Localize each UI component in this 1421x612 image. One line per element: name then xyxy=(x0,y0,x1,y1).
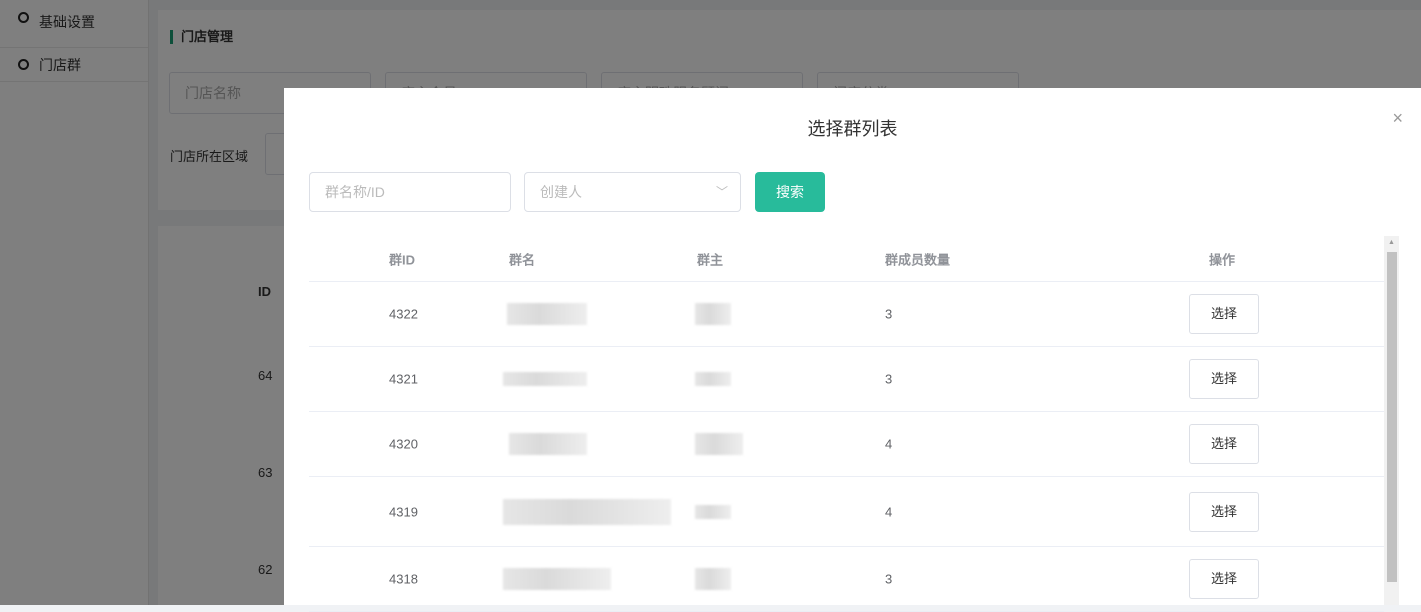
select-button[interactable]: 选择 xyxy=(1189,294,1259,334)
group-name-redacted xyxy=(509,433,587,455)
scrollbar-thumb[interactable] xyxy=(1387,252,1397,582)
member-count: 3 xyxy=(885,371,893,387)
owner-redacted xyxy=(695,504,731,519)
owner-redacted xyxy=(695,303,731,325)
search-button[interactable]: 搜索 xyxy=(755,172,825,212)
scroll-up-icon[interactable]: ▲ xyxy=(1388,239,1395,246)
table-scrollbar[interactable]: ▲ xyxy=(1384,236,1399,605)
group-id: 4322 xyxy=(389,306,418,322)
group-name-id-input[interactable]: 群名称/ID xyxy=(309,172,511,212)
member-count: 3 xyxy=(885,306,893,322)
col-member-count: 群成员数量 xyxy=(885,252,951,267)
group-table: 群ID 群名 群主 群成员数量 操作 4322 3 选择 4321 3 选择 4… xyxy=(309,236,1384,612)
group-id: 4318 xyxy=(389,571,418,587)
col-group-name: 群名 xyxy=(509,252,536,267)
group-name-redacted xyxy=(503,568,611,590)
select-button[interactable]: 选择 xyxy=(1189,359,1259,399)
owner-redacted xyxy=(695,568,731,590)
table-row: 4321 3 选择 xyxy=(309,347,1384,412)
table-row: 4322 3 选择 xyxy=(309,282,1384,347)
creator-placeholder: 创建人 xyxy=(540,184,582,200)
dialog-title: 选择群列表 xyxy=(807,119,898,139)
group-name-redacted xyxy=(503,498,671,525)
group-id: 4321 xyxy=(389,371,418,387)
member-count: 4 xyxy=(885,504,893,519)
group-id: 4319 xyxy=(389,504,418,519)
table-row: 4319 4 选择 xyxy=(309,477,1384,547)
table-row: 4318 3 选择 xyxy=(309,547,1384,612)
table-row: 4320 4 选择 xyxy=(309,412,1384,477)
col-action: 操作 xyxy=(1209,252,1236,267)
select-button[interactable]: 选择 xyxy=(1189,491,1259,532)
group-id: 4320 xyxy=(389,436,418,452)
creator-select[interactable]: 创建人 ﹀ xyxy=(524,172,741,212)
select-button[interactable]: 选择 xyxy=(1189,424,1259,464)
member-count: 3 xyxy=(885,571,893,587)
group-name-redacted xyxy=(503,372,587,386)
select-group-dialog: 选择群列表 × 群名称/ID 创建人 ﹀ 搜索 群ID 群名 群主 群成员数量 操… xyxy=(284,88,1421,612)
chevron-down-icon: ﹀ xyxy=(715,185,728,199)
owner-redacted xyxy=(695,433,743,455)
table-header: 群ID 群名 群主 群成员数量 操作 xyxy=(309,236,1384,282)
owner-redacted xyxy=(695,372,731,386)
group-name-redacted xyxy=(507,303,587,325)
member-count: 4 xyxy=(885,436,893,452)
col-group-id: 群ID xyxy=(389,252,416,267)
close-icon[interactable]: × xyxy=(1392,108,1403,129)
col-owner: 群主 xyxy=(697,252,724,267)
select-button[interactable]: 选择 xyxy=(1189,559,1259,599)
